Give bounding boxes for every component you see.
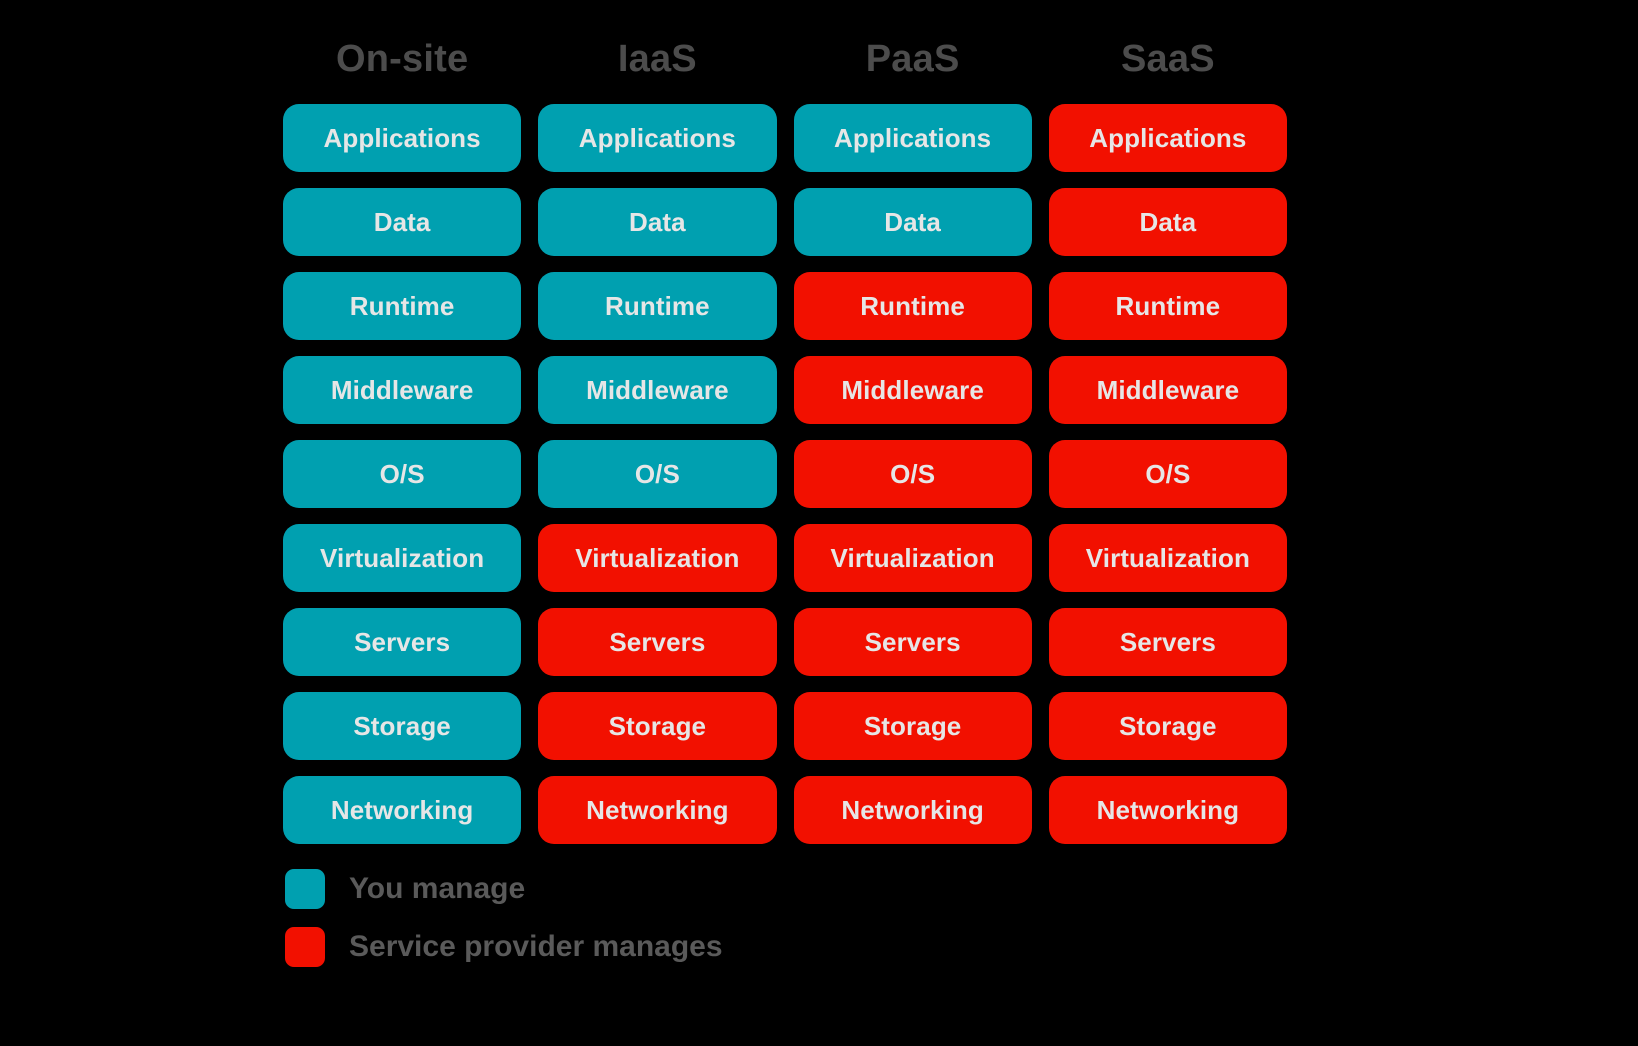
layer-cell[interactable]: Servers — [793, 608, 1032, 676]
layer-cell[interactable]: O/S — [538, 440, 777, 508]
layer-cell[interactable]: Runtime — [1048, 272, 1287, 340]
responsibility-matrix-diagram: On-site IaaS PaaS SaaS Applications Appli… — [0, 0, 1638, 1046]
layer-cell[interactable]: Virtualization — [538, 524, 777, 592]
column-header-iaas: IaaS — [617, 38, 697, 80]
layer-cell[interactable]: Storage — [793, 692, 1032, 760]
layer-cell[interactable]: Runtime — [538, 272, 777, 340]
layer-row: Middleware Middleware Middleware Middleware — [283, 356, 1287, 424]
layer-cell[interactable]: O/S — [1048, 440, 1287, 508]
layer-row: Data Data Data Data — [283, 188, 1287, 256]
layer-cell[interactable]: O/S — [793, 440, 1032, 508]
legend-label: Service provider manages — [349, 930, 723, 963]
layer-cell[interactable]: Data — [283, 188, 522, 256]
legend-swatch-icon — [285, 869, 325, 909]
layer-cell[interactable]: Networking — [1048, 776, 1287, 844]
layer-cell[interactable]: Applications — [538, 104, 777, 172]
layer-cell[interactable]: Storage — [538, 692, 777, 760]
layer-row: Runtime Runtime Runtime Runtime — [283, 272, 1287, 340]
layer-row: Storage Storage Storage Storage — [283, 692, 1287, 760]
column-header-paas: PaaS — [865, 38, 960, 80]
layer-row: Virtualization Virtualization Virtualizati… — [283, 524, 1287, 592]
layer-cell[interactable]: Middleware — [283, 356, 522, 424]
column-header-saas: SaaS — [1120, 38, 1215, 80]
layer-cell[interactable]: Networking — [793, 776, 1032, 844]
layer-cell[interactable]: Data — [1048, 188, 1287, 256]
legend-item: You manage — [285, 868, 723, 910]
layer-cell[interactable]: Runtime — [283, 272, 522, 340]
layer-cell[interactable]: Storage — [283, 692, 522, 760]
layer-cell[interactable]: Virtualization — [283, 524, 522, 592]
layer-grid: Applications Applications Applications Appl… — [283, 104, 1287, 844]
layer-cell[interactable]: Applications — [283, 104, 522, 172]
layer-cell[interactable]: Storage — [1048, 692, 1287, 760]
layer-cell[interactable]: Applications — [793, 104, 1032, 172]
layer-cell[interactable]: Data — [538, 188, 777, 256]
column-header-on-site: On-site — [335, 38, 469, 80]
legend-swatch-icon — [285, 927, 325, 967]
layer-cell[interactable]: Networking — [538, 776, 777, 844]
legend-item: Service provider manages — [285, 926, 723, 968]
layer-row: Servers Servers Servers Servers — [283, 608, 1287, 676]
layer-cell[interactable]: Middleware — [538, 356, 777, 424]
layer-row: O/S O/S O/S O/S — [283, 440, 1287, 508]
layer-cell[interactable]: Middleware — [793, 356, 1032, 424]
layer-cell[interactable]: Servers — [283, 608, 522, 676]
layer-cell[interactable]: O/S — [283, 440, 522, 508]
column-header-row: On-site IaaS PaaS SaaS — [283, 28, 1287, 90]
layer-cell[interactable]: Servers — [1048, 608, 1287, 676]
layer-cell[interactable]: Middleware — [1048, 356, 1287, 424]
layer-row: Applications Applications Applications Appl… — [283, 104, 1287, 172]
layer-cell[interactable]: Applications — [1048, 104, 1287, 172]
layer-cell[interactable]: Virtualization — [1048, 524, 1287, 592]
layer-cell[interactable]: Networking — [283, 776, 522, 844]
layer-cell[interactable]: Data — [793, 188, 1032, 256]
layer-row: Networking Networking Networking Networking — [283, 776, 1287, 844]
legend-label: You manage — [349, 872, 526, 905]
legend: You manage Service provider manages — [285, 868, 723, 968]
layer-cell[interactable]: Runtime — [793, 272, 1032, 340]
layer-cell[interactable]: Servers — [538, 608, 777, 676]
layer-cell[interactable]: Virtualization — [793, 524, 1032, 592]
